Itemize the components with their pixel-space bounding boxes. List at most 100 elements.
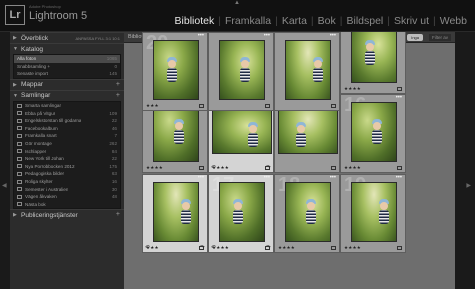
star-rating[interactable]: ★★★★ — [344, 245, 361, 251]
more-options-icon[interactable]: ••• — [264, 33, 270, 39]
module-bildspel[interactable]: Bildspel — [342, 15, 387, 27]
collection-item[interactable]: Ischlapper 84 — [14, 147, 120, 155]
photo-thumbnail[interactable] — [278, 110, 338, 154]
photo-thumbnail[interactable] — [351, 32, 397, 83]
collection-item[interactable]: New York till Johan 22 — [14, 155, 120, 163]
collection-icon — [17, 171, 22, 176]
panel-header-folders[interactable]: ▶ Mappar + — [10, 78, 124, 90]
collection-item[interactable]: Engelskstorstan till godarna 22 — [14, 117, 120, 125]
catalog-item-previous-import[interactable]: Senaste import 145 — [14, 70, 120, 78]
module-webb[interactable]: Webb — [436, 15, 471, 27]
metadata-badge-icon[interactable] — [331, 104, 336, 108]
collection-item[interactable]: Gör montage 262 — [14, 140, 120, 148]
photo-thumbnail[interactable] — [285, 182, 331, 242]
star-rating[interactable]: ★★★ — [146, 103, 159, 109]
star-rating[interactable]: ★★★★ — [146, 165, 163, 171]
collection-item[interactable]: Nya Porrobbocken 2012 175 — [14, 163, 120, 171]
panel-header-publish-services[interactable]: ▶ Publiceringstjänster + — [10, 209, 124, 220]
collection-icon — [17, 111, 22, 116]
filter-preset-dropdown[interactable]: Filter av — [428, 34, 451, 41]
collection-item[interactable]: Nästa bok — [14, 201, 120, 209]
module-bibliotek[interactable]: Bibliotek — [171, 15, 219, 27]
rotate-right-icon[interactable]: ↷ — [200, 244, 205, 251]
metadata-badge-icon[interactable] — [397, 246, 402, 250]
left-panel: ▶ Överblick ANPASSA FYLL 3:1 10:1 ▼ Kata… — [10, 32, 124, 289]
metadata-badge-icon[interactable] — [199, 104, 204, 108]
star-rating[interactable]: ★★★★ — [344, 86, 361, 92]
photo-thumbnail[interactable] — [219, 182, 265, 242]
metadata-badge-icon[interactable] — [397, 87, 402, 91]
photo-thumbnail[interactable] — [212, 110, 272, 154]
rotate-right-icon[interactable]: ↷ — [266, 164, 271, 171]
collection-icon — [17, 133, 22, 138]
photo-thumbnail[interactable] — [153, 102, 199, 162]
add-publish-service-icon[interactable]: + — [116, 211, 120, 218]
panel-header-collections[interactable]: ▼ Samlingar + — [10, 89, 124, 101]
photo-cell[interactable]: •••★★★★ — [340, 32, 406, 94]
triangle-down-icon: ▼ — [13, 46, 18, 52]
catalog-item-quick-collection[interactable]: Snabbsamling +0 — [14, 63, 120, 71]
rotate-left-icon[interactable]: ↶ — [211, 244, 216, 251]
collection-item[interactable]: Smarta samlingar — [14, 102, 120, 110]
triangle-right-icon: ▶ — [13, 35, 17, 41]
star-rating[interactable]: ★★★★ — [278, 245, 295, 251]
collapse-top-icon[interactable]: ▲ — [234, 0, 240, 6]
photo-cell[interactable]: ••• — [274, 32, 340, 111]
collection-item[interactable]: Roliga skylter 16 — [14, 178, 120, 186]
more-options-icon[interactable]: ••• — [330, 175, 336, 181]
collection-item[interactable]: Pedagogiska bilder 63 — [14, 170, 120, 178]
photo-thumbnail[interactable] — [153, 40, 199, 100]
left-panel-toggle[interactable]: ◀ — [0, 32, 10, 289]
metadata-badge-icon[interactable] — [199, 166, 204, 170]
collection-icon — [17, 126, 22, 131]
app-name: Lightroom 5 — [29, 10, 88, 22]
collection-item[interactable]: Vägen åkvaken 48 — [14, 193, 120, 201]
collection-item[interactable]: Facebookalbum 46 — [14, 125, 120, 133]
photo-thumbnail[interactable] — [285, 40, 331, 100]
navigator-zoom-options[interactable]: ANPASSA FYLL 3:1 10:1 — [76, 36, 120, 41]
collection-item[interactable]: Framkalla snart 7 — [14, 132, 120, 140]
collapse-left-icon[interactable]: ◀ — [2, 182, 7, 189]
rotate-left-icon[interactable]: ↶ — [145, 244, 150, 251]
metadata-badge-icon[interactable] — [331, 166, 336, 170]
collapse-right-icon[interactable]: ▶ — [466, 182, 471, 189]
book-icon — [17, 202, 22, 207]
rotate-right-icon[interactable]: ↷ — [266, 244, 271, 251]
photo-cell[interactable]: 16•••★★★★ — [340, 94, 406, 173]
add-collection-icon[interactable]: + — [116, 92, 120, 99]
panel-header-catalog[interactable]: ▼ Katalog — [10, 43, 124, 54]
module-karta[interactable]: Karta — [278, 15, 311, 27]
module-framkalla[interactable]: Framkalla — [221, 15, 275, 27]
panel-header-overview[interactable]: ▶ Överblick ANPASSA FYLL 3:1 10:1 — [10, 32, 124, 43]
photo-thumbnail[interactable] — [219, 40, 265, 100]
collection-icon — [17, 164, 22, 169]
module-bok[interactable]: Bok — [314, 15, 340, 27]
more-options-icon[interactable]: ••• — [396, 95, 402, 101]
photo-cell[interactable]: 20•••★★★ — [142, 32, 208, 111]
metadata-badge-icon[interactable] — [265, 104, 270, 108]
photo-cell[interactable]: 18•••★★★★ — [274, 174, 340, 253]
more-options-icon[interactable]: ••• — [330, 33, 336, 39]
photo-thumbnail[interactable] — [153, 182, 199, 242]
catalog-item-all-photos[interactable]: Alla foton 1065 — [14, 55, 120, 63]
more-options-icon[interactable]: ••• — [198, 175, 204, 181]
rotate-left-icon[interactable]: ↶ — [211, 164, 216, 171]
metadata-badge-icon[interactable] — [331, 246, 336, 250]
photo-cell[interactable]: ••• — [208, 32, 274, 111]
more-options-icon[interactable]: ••• — [264, 175, 270, 181]
photo-cell[interactable]: ••• ★★★ ↶ ↷ — [142, 174, 208, 253]
photo-cell[interactable]: 19•••★★★★ — [340, 174, 406, 253]
right-panel-toggle[interactable]: ▶ — [455, 32, 475, 289]
photo-thumbnail[interactable] — [351, 102, 397, 162]
more-options-icon[interactable]: ••• — [396, 175, 402, 181]
filter-tab-none[interactable]: Inga — [407, 34, 423, 41]
collection-item[interactable]: Ebba på Vitgur 109 — [14, 109, 120, 117]
star-rating[interactable]: ★★★★ — [344, 165, 361, 171]
more-options-icon[interactable]: ••• — [198, 33, 204, 39]
collection-item[interactable]: Semester i Australien 30 — [14, 185, 120, 193]
metadata-badge-icon[interactable] — [397, 166, 402, 170]
add-folder-icon[interactable]: + — [116, 81, 120, 88]
photo-cell[interactable]: 17•••★★★★↶↷ — [208, 174, 274, 253]
module-skriv-ut[interactable]: Skriv ut — [390, 15, 433, 27]
photo-thumbnail[interactable] — [351, 182, 397, 242]
